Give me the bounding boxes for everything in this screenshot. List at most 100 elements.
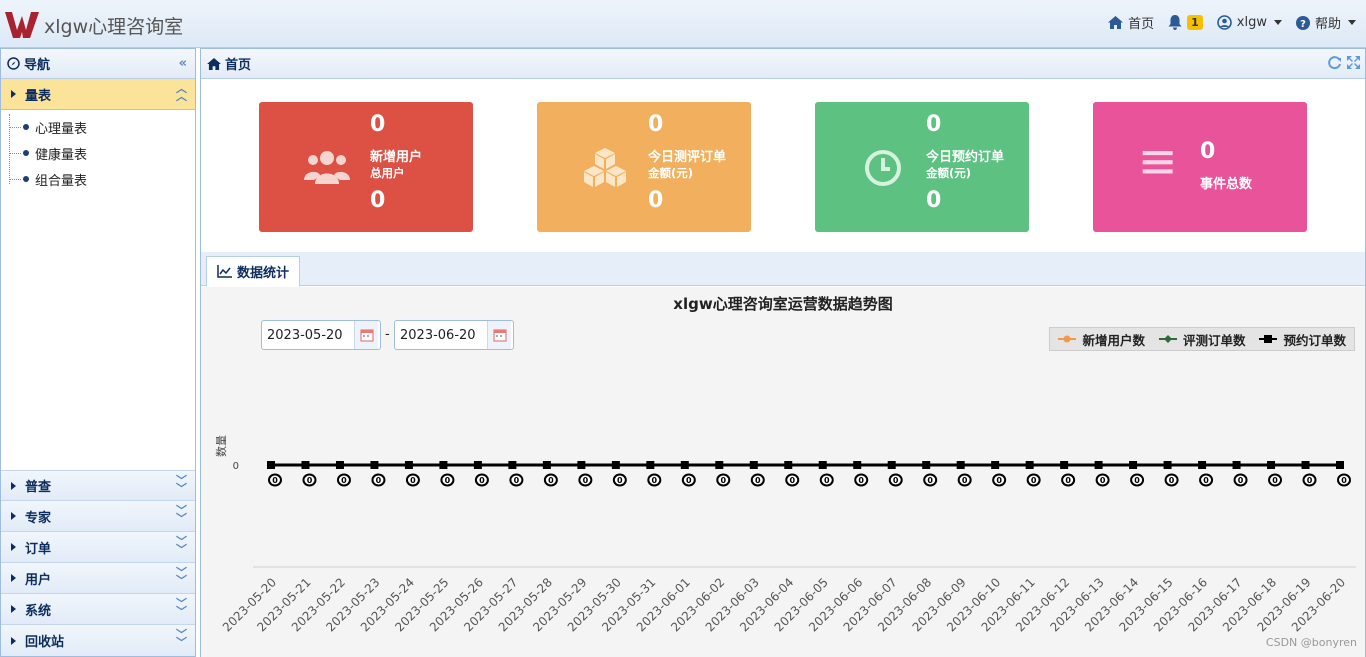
data-label: 0 [824,476,830,485]
appointment-orders-label: 今日预约订单 [926,150,1005,165]
data-point-appointment-orders [922,461,931,469]
data-label: 0 [858,476,864,485]
sidebar-section-label: 回收站 [25,635,65,650]
clock-icon [865,150,901,186]
caret-right-icon [11,90,16,98]
data-point-appointment-orders [1025,461,1034,469]
sidebar-section-users[interactable]: 用户 ﹀ ﹀ [1,563,195,594]
sidebar-section-label: 系统 [25,603,52,619]
users-icon [304,151,350,184]
assessment-amount-label: 金额(元) [648,166,694,180]
collapse-sidebar-icon[interactable]: « [179,56,187,71]
data-point-appointment-orders [404,461,413,469]
sidebar-item-label: 组合量表 [35,173,88,189]
data-label: 0 [1134,476,1140,485]
data-point-appointment-orders [1198,461,1207,469]
data-label: 0 [583,476,589,485]
data-point-appointment-orders [1129,461,1138,469]
notifications-button[interactable]: 1 [1168,15,1203,30]
sidebar: 导航 « 量表 ︿ ︿ 心理量表 健康量表 组合量表 普查 ﹀ ﹀ 专家 ﹀ ﹀ 订单 ﹀ ﹀… [0,48,196,657]
bullet-icon [23,176,29,182]
data-label: 0 [1307,476,1313,485]
tree-connector [9,178,21,180]
help-icon: ? [1295,15,1310,30]
boxes-icon [584,148,626,187]
data-point-appointment-orders [646,461,655,469]
sidebar-section-system[interactable]: 系统 ﹀ ﹀ [1,594,195,625]
new-users-card[interactable]: 0 新增用户 总用户 0 [259,102,473,232]
data-label: 0 [1238,476,1244,485]
home-icon [1108,16,1124,29]
events-card[interactable]: 0 事件总数 [1093,102,1307,232]
caret-right-icon [11,512,16,520]
chevron-down-icon: ﹀ ﹀ [176,566,187,587]
panel-tools [1327,55,1361,70]
new-users-value: 0 [370,112,386,137]
fullscreen-icon[interactable] [1346,55,1361,70]
data-point-appointment-orders [508,461,517,469]
data-label: 0 [789,476,795,485]
tab-data-stats[interactable]: 数据统计 [206,256,301,287]
tree-connector [9,152,21,154]
data-label: 0 [479,476,485,485]
home-link[interactable]: 首页 [1108,13,1154,32]
caret-right-icon [11,636,16,645]
sidebar-section-orders[interactable]: 订单 ﹀ ﹀ [1,532,195,563]
data-point-appointment-orders [1094,461,1103,469]
data-point-appointment-orders [301,461,310,469]
sidebar-section-experts[interactable]: 专家 ﹀ ﹀ [1,501,195,532]
sidebar-section-survey[interactable]: 普查 ﹀ ﹀ [1,470,195,501]
data-point-appointment-orders [680,461,689,469]
assessment-amount-value: 0 [648,188,664,213]
assessment-orders-card[interactable]: 0 今日测评订单 金额(元) 0 [537,102,751,232]
data-point-appointment-orders [991,461,1000,469]
caret-right-icon [11,543,16,551]
compass-icon [7,57,20,70]
sidebar-item-health-scale[interactable]: 健康量表 [1,140,195,166]
appointment-orders-value: 0 [926,112,942,137]
data-label: 0 [445,476,451,485]
help-menu[interactable]: ? 帮助 [1295,13,1356,32]
total-users-value: 0 [370,188,386,213]
data-label: 0 [548,476,554,485]
data-label: 0 [1203,476,1209,485]
chevron-down-icon: ﹀ ﹀ [176,535,187,556]
data-label: 0 [1031,476,1037,485]
data-label: 0 [721,476,727,485]
sidebar-section-label: 订单 [25,541,52,557]
data-label: 0 [376,476,382,485]
sidebar-section-scales[interactable]: 量表 ︿ ︿ [1,79,195,110]
page-title: 首页 [225,58,252,73]
appointment-amount-value: 0 [926,188,942,213]
data-label: 0 [341,476,347,485]
user-circle-icon [1216,15,1232,30]
user-name: xlgw [1236,15,1267,30]
sidebar-item-label: 健康量表 [35,147,88,163]
appointment-orders-card[interactable]: 0 今日预约订单 金额(元) 0 [815,102,1029,232]
chevron-up-icon: ︿ ︿ [176,82,187,103]
bullet-icon [23,124,29,130]
sidebar-item-psych-scale[interactable]: 心理量表 [1,114,195,140]
data-label: 0 [514,476,520,485]
chevron-down-icon [1348,20,1356,25]
app-logo[interactable]: xlgw心理咨询室 [4,10,183,40]
new-users-label: 新增用户 [370,150,423,165]
data-label: 0 [410,476,416,485]
assessment-orders-label: 今日测评订单 [648,150,727,165]
user-menu[interactable]: xlgw [1216,15,1282,30]
data-point-appointment-orders [784,461,793,469]
app-title: xlgw心理咨询室 [44,15,184,38]
caret-right-icon [11,481,16,490]
data-point-appointment-orders [1267,461,1276,469]
svg-text:?: ? [1300,19,1306,30]
data-point-appointment-orders [749,461,758,469]
data-label: 0 [652,476,658,485]
data-label: 0 [1272,476,1278,485]
main-header: 首页 [201,49,1365,79]
data-point-appointment-orders [1232,461,1241,469]
data-label: 0 [617,476,623,485]
sidebar-section-recycle-bin[interactable]: 回收站 ﹀ ﹀ [1,625,195,656]
sidebar-sections: 普查 ﹀ ﹀ 专家 ﹀ ﹀ 订单 ﹀ ﹀ 用户 ﹀ ﹀ 系统 ﹀ ﹀ 回收站 ﹀ ﹀ [1,470,195,656]
sidebar-item-combo-scale[interactable]: 组合量表 [1,166,195,192]
refresh-icon[interactable] [1327,55,1342,70]
